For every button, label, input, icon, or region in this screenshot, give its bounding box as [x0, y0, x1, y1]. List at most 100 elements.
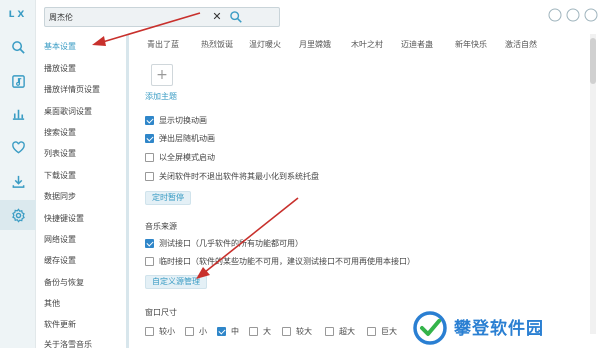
settings-content: 青出了蓝 热烈饭诞 温灯暖火 月里嫦娥 木叶之村 迈迪者蛊 新年快乐 激活自然 …: [129, 34, 580, 348]
rail-favorites[interactable]: [0, 132, 36, 162]
theme-item[interactable]: 月里嫦娥: [299, 39, 331, 50]
size-label: 较大: [296, 326, 312, 336]
checkbox[interactable]: [145, 238, 154, 248]
nav-item-download[interactable]: 下载设置: [44, 170, 76, 181]
theme-item[interactable]: 热烈饭诞: [201, 39, 233, 50]
clear-search-button[interactable]: ✕: [210, 10, 224, 24]
checkbox[interactable]: [145, 326, 154, 336]
option-row[interactable]: 关闭软件时不退出软件将其最小化到系统托盘: [145, 170, 319, 182]
theme-item[interactable]: 激活自然: [505, 39, 537, 50]
add-theme-button[interactable]: +: [151, 64, 173, 86]
size-label: 中: [231, 326, 239, 336]
download-icon: [12, 175, 24, 188]
window-size-option[interactable]: 大: [249, 325, 271, 337]
top-bar: ✕: [36, 0, 600, 34]
icon-rail: LX: [0, 0, 36, 348]
add-theme-label[interactable]: 添加主题: [145, 91, 177, 102]
scrollbar[interactable]: [590, 34, 596, 334]
nav-item-cache[interactable]: 缓存设置: [44, 255, 76, 266]
source-label: 测试接口（几乎软件的所有功能都可用）: [159, 238, 303, 248]
checkbox[interactable]: [145, 133, 154, 143]
option-label: 弹出层随机动画: [159, 133, 215, 143]
checkbox[interactable]: [145, 152, 154, 162]
option-label: 以全屏模式启动: [159, 152, 215, 162]
plus-icon: +: [156, 67, 168, 83]
option-row[interactable]: 显示切换动画: [145, 114, 207, 126]
window-size-option[interactable]: 巨大: [367, 325, 397, 337]
scrollbar-thumb[interactable]: [590, 38, 596, 84]
checkbox[interactable]: [217, 326, 226, 336]
search-input[interactable]: [49, 11, 199, 24]
rail-settings[interactable]: [0, 200, 36, 230]
checkbox[interactable]: [145, 115, 154, 125]
nav-item-play-detail[interactable]: 播放详情页设置: [44, 84, 100, 95]
option-label: 关闭软件时不退出软件将其最小化到系统托盘: [159, 171, 319, 181]
window-size-option[interactable]: 中: [217, 325, 239, 337]
checkbox[interactable]: [367, 326, 376, 336]
nav-item-basic[interactable]: 基本设置: [44, 41, 76, 52]
theme-item[interactable]: 迈迪者蛊: [401, 39, 433, 50]
source-row[interactable]: 临时接口（软件的某些功能不可用，建议测试接口不可用再使用本接口）: [145, 255, 415, 267]
custom-source-button[interactable]: 自定义源管理: [145, 275, 207, 289]
size-label: 小: [199, 326, 207, 336]
nav-item-list[interactable]: 列表设置: [44, 148, 76, 159]
rail-search[interactable]: [0, 32, 36, 62]
window-size-option[interactable]: 较大: [282, 325, 312, 337]
watermark-logo-icon: [413, 311, 447, 345]
nav-item-playback[interactable]: 播放设置: [44, 63, 76, 74]
settings-nav: 基本设置 播放设置 播放详情页设置 桌面歌词设置 搜索设置 列表设置 下载设置 …: [36, 34, 126, 348]
maximize-icon: [566, 8, 580, 22]
close-button[interactable]: [584, 8, 598, 22]
close-icon: [584, 8, 598, 22]
gear-icon: [11, 207, 25, 223]
nav-item-hotkey[interactable]: 快捷键设置: [44, 213, 84, 224]
checkbox[interactable]: [325, 326, 334, 336]
app-logo: LX: [8, 10, 28, 20]
theme-item[interactable]: 青出了蓝: [147, 39, 179, 50]
option-row[interactable]: 弹出层随机动画: [145, 132, 215, 144]
size-label: 超大: [339, 326, 355, 336]
size-label: 大: [263, 326, 271, 336]
option-row[interactable]: 以全屏模式启动: [145, 151, 215, 163]
nav-item-search[interactable]: 搜索设置: [44, 127, 76, 138]
minimize-icon: [548, 8, 562, 22]
search-icon: [230, 11, 242, 23]
theme-item[interactable]: 木叶之村: [351, 39, 383, 50]
maximize-button[interactable]: [566, 8, 580, 22]
source-row[interactable]: 测试接口（几乎软件的所有功能都可用）: [145, 237, 303, 249]
rail-leaderboard[interactable]: [0, 98, 36, 128]
option-label: 显示切换动画: [159, 115, 207, 125]
song-list-icon: [11, 74, 25, 88]
nav-item-sync[interactable]: 数据同步: [44, 191, 76, 202]
theme-item[interactable]: 温灯暖火: [249, 39, 281, 50]
nav-item-backup[interactable]: 备份与恢复: [44, 277, 84, 288]
music-source-title: 音乐来源: [145, 222, 177, 231]
heart-icon: [11, 140, 25, 153]
checkbox[interactable]: [249, 326, 258, 336]
source-label: 临时接口（软件的某些功能不可用，建议测试接口不可用再使用本接口）: [159, 256, 415, 266]
window-size-option[interactable]: 小: [185, 325, 207, 337]
watermark: 攀登软件园: [404, 308, 600, 348]
minimize-button[interactable]: [548, 8, 562, 22]
search-box: ✕: [44, 7, 280, 27]
nav-item-other[interactable]: 其他: [44, 298, 60, 309]
window-size-option[interactable]: 超大: [325, 325, 355, 337]
nav-item-network[interactable]: 网络设置: [44, 234, 76, 245]
checkbox[interactable]: [145, 256, 154, 266]
checkbox[interactable]: [282, 326, 291, 336]
checkbox[interactable]: [145, 171, 154, 181]
tray-timer-button[interactable]: 定时暂停: [145, 191, 191, 205]
nav-item-about[interactable]: 关于洛雪音乐: [44, 339, 92, 348]
window-size-option[interactable]: 较小: [145, 325, 175, 337]
rail-download[interactable]: [0, 166, 36, 196]
search-submit-button[interactable]: [229, 10, 243, 24]
rail-song-list[interactable]: [0, 66, 36, 96]
nav-item-desktop-lyric[interactable]: 桌面歌词设置: [44, 106, 92, 117]
size-label: 较小: [159, 326, 175, 336]
search-icon: [11, 40, 25, 54]
nav-item-update[interactable]: 软件更新: [44, 319, 76, 330]
theme-item[interactable]: 新年快乐: [455, 39, 487, 50]
checkbox[interactable]: [185, 326, 194, 336]
size-label: 巨大: [381, 326, 397, 336]
window-size-title: 窗口尺寸: [145, 308, 177, 317]
